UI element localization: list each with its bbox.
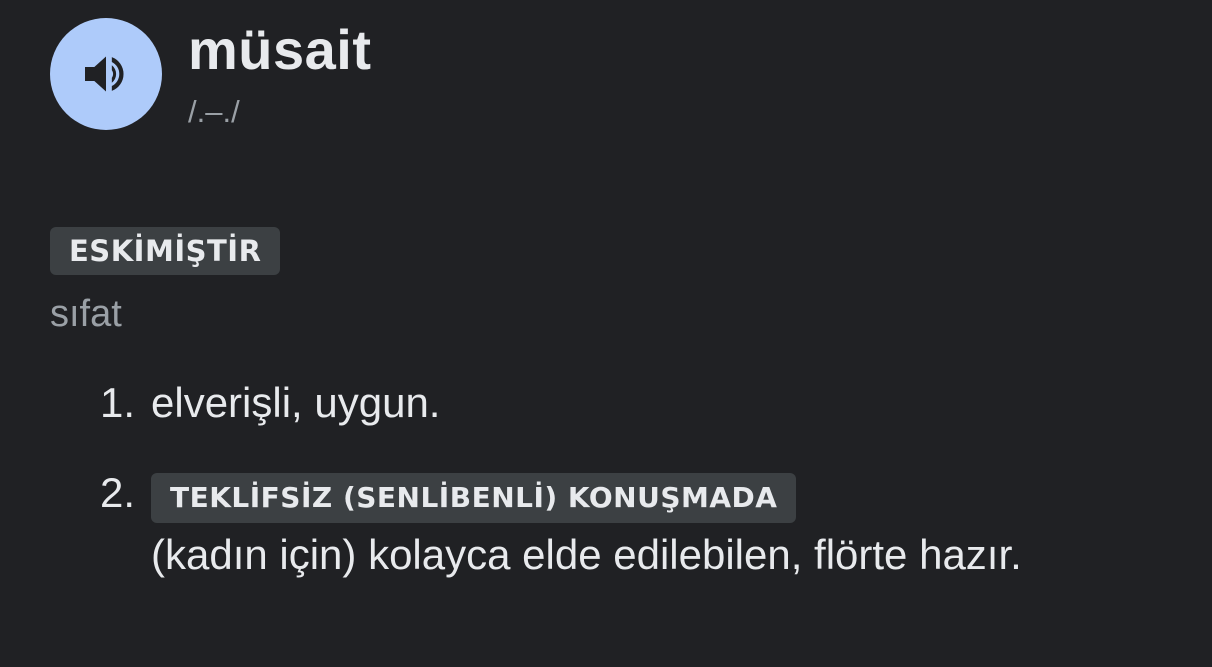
register-label-chip: ESKİMİŞTİR <box>50 227 281 275</box>
sense-definition: (kadın için) kolayca elde edilebilen, fl… <box>151 531 1022 578</box>
sense-body: elverişli, uygun. <box>151 376 1160 430</box>
sense-number: 1. <box>100 379 136 426</box>
speaker-icon <box>85 56 124 92</box>
headword: müsait <box>188 18 372 81</box>
part-of-speech: sıfat <box>50 293 122 335</box>
sense-body: TEKLİFSİZ (SENLİBENLİ) KONUŞMADA (kadın … <box>151 466 1160 582</box>
sense-number: 2. <box>100 469 136 516</box>
usage-label-chip: TEKLİFSİZ (SENLİBENLİ) KONUŞMADA <box>151 473 797 523</box>
dictionary-entry: müsait /.–./ ESKİMİŞTİR sıfat 1. elveriş… <box>0 0 1212 667</box>
phonetic-transcription: /.–./ <box>188 94 240 129</box>
sense-definition: elverişli, uygun. <box>151 379 441 426</box>
sense-item: 1. elverişli, uygun. <box>100 376 1160 430</box>
play-pronunciation-button[interactable] <box>50 18 162 130</box>
sense-item: 2. TEKLİFSİZ (SENLİBENLİ) KONUŞMADA (kad… <box>100 466 1160 582</box>
